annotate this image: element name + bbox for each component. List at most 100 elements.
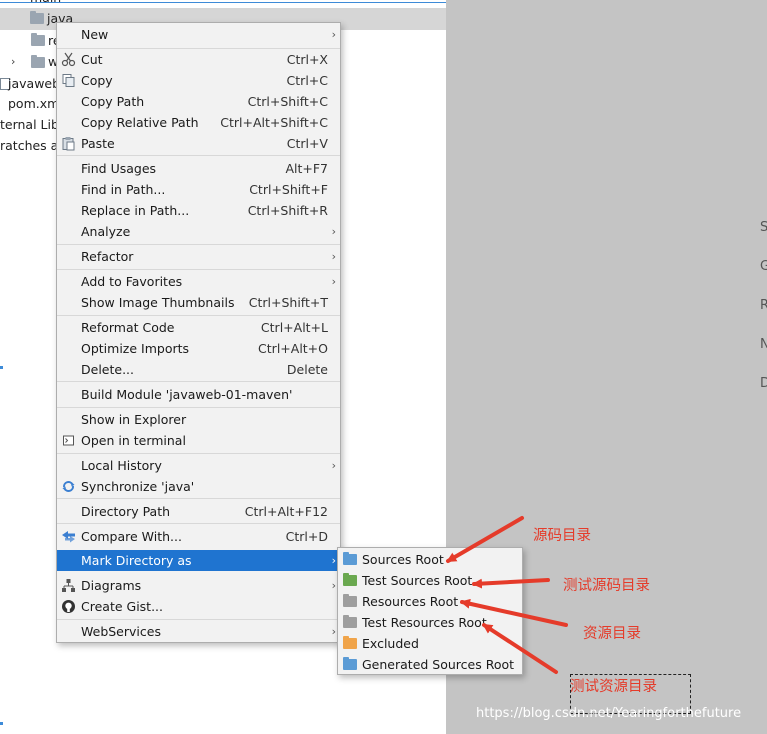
menu-item-label: Copy [81, 73, 113, 88]
menu-separator [57, 244, 340, 245]
menu-item-label: Directory Path [81, 504, 171, 519]
menu-item-diagrams[interactable]: Diagrams › [57, 575, 340, 596]
menu-item-label: Optimize Imports [81, 341, 190, 356]
menu-item-reformat-code[interactable]: Reformat Code Ctrl+Alt+L [57, 317, 340, 338]
menu-item-label: WebServices [81, 624, 161, 639]
menu-item-label: Mark Directory as [81, 553, 192, 568]
submenu-item-resources-root[interactable]: Resources Root [338, 591, 522, 612]
menu-item-refactor[interactable]: Refactor › [57, 246, 340, 267]
chevron-right-icon: › [331, 579, 336, 592]
editor-edge-letter: N [760, 337, 767, 352]
menu-item-label: Open in terminal [81, 433, 186, 448]
menu-item-show-in-explorer[interactable]: Show in Explorer [57, 409, 340, 430]
menu-item-copy-relative-path[interactable]: Copy Relative Path Ctrl+Alt+Shift+C [57, 112, 340, 133]
menu-item-paste[interactable]: Paste Ctrl+V [57, 133, 340, 154]
tree-item-label: pom.xm [8, 96, 60, 111]
menu-item-analyze[interactable]: Analyze › [57, 221, 340, 242]
editor-edge-letter: G [760, 259, 767, 274]
menu-item-directory-path[interactable]: Directory Path Ctrl+Alt+F12 [57, 501, 340, 522]
menu-item-local-history[interactable]: Local History › [57, 455, 340, 476]
menu-item-label: Analyze [81, 224, 131, 239]
tree-item-pom[interactable]: pom.xm [8, 94, 59, 114]
submenu-item-generated-sources-root[interactable]: Generated Sources Root [338, 654, 522, 675]
tree-item-main[interactable]: main [30, 0, 61, 8]
menu-item-cut[interactable]: Cut Ctrl+X [57, 49, 340, 70]
menu-separator [57, 523, 340, 524]
menu-item-label: New [81, 27, 109, 42]
menu-item-label: Build Module 'javaweb-01-maven' [81, 387, 293, 402]
tree-item-label: main [30, 0, 61, 5]
folder-icon [343, 552, 357, 565]
menu-item-shortcut: Alt+F7 [285, 161, 328, 176]
terminal-icon [63, 435, 74, 446]
menu-item-new[interactable]: New › [57, 24, 340, 45]
annotation-test-resources: 测试资源目录 [570, 679, 657, 695]
mark-directory-submenu: Sources Root Test Sources Root Resources… [337, 547, 523, 675]
menu-item-copy-path[interactable]: Copy Path Ctrl+Shift+C [57, 91, 340, 112]
editor-edge-letter: R [760, 298, 767, 313]
submenu-item-label: Sources Root [362, 552, 444, 567]
sync-icon [62, 481, 75, 492]
diagram-icon [62, 579, 75, 592]
menu-item-shortcut: Ctrl+Alt+L [260, 320, 328, 335]
menu-separator [57, 155, 340, 156]
menu-item-shortcut: Delete [286, 362, 328, 377]
tree-item-label: ternal Lib [0, 117, 59, 132]
menu-item-shortcut: Ctrl+Shift+C [247, 94, 328, 109]
menu-item-shortcut: Ctrl+D [285, 529, 328, 544]
tree-item-external-libraries[interactable]: ternal Lib [0, 115, 59, 135]
chevron-right-icon: › [331, 225, 336, 238]
menu-item-open-in-terminal[interactable]: Open in terminal [57, 430, 340, 451]
menu-item-label: Find in Path... [81, 182, 166, 197]
github-icon [62, 600, 75, 613]
menu-item-shortcut: Ctrl+Shift+R [247, 203, 328, 218]
panel-top-border [0, 2, 446, 3]
tree-item-scratches[interactable]: ratches ar [0, 136, 63, 156]
menu-separator [57, 619, 340, 620]
menu-item-label: Add to Favorites [81, 274, 183, 289]
submenu-item-excluded[interactable]: Excluded [338, 633, 522, 654]
annotation-test-sources: 测试源码目录 [563, 578, 650, 594]
menu-item-shortcut: Ctrl+Alt+Shift+C [220, 115, 328, 130]
chevron-right-icon: › [331, 275, 336, 288]
menu-item-label: Paste [81, 136, 115, 151]
folder-icon [343, 573, 357, 586]
menu-item-find-in-path[interactable]: Find in Path... Ctrl+Shift+F [57, 179, 340, 200]
menu-item-find-usages[interactable]: Find Usages Alt+F7 [57, 158, 340, 179]
menu-item-label: Cut [81, 52, 103, 67]
menu-separator [57, 381, 340, 382]
menu-item-mark-directory-as[interactable]: Mark Directory as › [57, 550, 340, 571]
menu-item-create-gist[interactable]: Create Gist... [57, 596, 340, 617]
resources-folder-icon [343, 594, 357, 607]
menu-separator [57, 453, 340, 454]
menu-item-shortcut: Ctrl+Alt+O [258, 341, 328, 356]
menu-item-shortcut: Ctrl+V [286, 136, 328, 151]
menu-item-optimize-imports[interactable]: Optimize Imports Ctrl+Alt+O [57, 338, 340, 359]
submenu-item-label: Test Resources Root [362, 615, 487, 630]
menu-item-replace-in-path[interactable]: Replace in Path... Ctrl+Shift+R [57, 200, 340, 221]
menu-item-label: Reformat Code [81, 320, 175, 335]
selection-handle [0, 722, 3, 725]
menu-separator [57, 498, 340, 499]
menu-item-label: Copy Path [81, 94, 145, 109]
menu-item-add-to-favorites[interactable]: Add to Favorites › [57, 271, 340, 292]
menu-item-synchronize[interactable]: Synchronize 'java' [57, 476, 340, 497]
chevron-right-icon: › [331, 250, 336, 263]
editor-edge-letter: S [760, 220, 767, 235]
submenu-item-sources-root[interactable]: Sources Root [338, 549, 522, 570]
menu-separator [57, 407, 340, 408]
submenu-item-test-sources-root[interactable]: Test Sources Root [338, 570, 522, 591]
menu-item-compare-with[interactable]: Compare With... Ctrl+D [57, 526, 340, 547]
tree-item-javaweb[interactable]: javaweb [8, 74, 60, 94]
chevron-right-icon[interactable]: › [11, 55, 15, 68]
menu-item-webservices[interactable]: WebServices › [57, 621, 340, 642]
menu-item-build-module[interactable]: Build Module 'javaweb-01-maven' [57, 384, 340, 405]
submenu-item-test-resources-root[interactable]: Test Resources Root [338, 612, 522, 633]
menu-item-label: Create Gist... [81, 599, 164, 614]
menu-item-show-image-thumbnails[interactable]: Show Image Thumbnails Ctrl+Shift+T [57, 292, 340, 313]
submenu-item-label: Excluded [362, 636, 419, 651]
watermark: https://blog.csdn.net/Yearingforthefutur… [476, 706, 742, 721]
menu-item-copy[interactable]: Copy Ctrl+C [57, 70, 340, 91]
menu-item-label: Diagrams [81, 578, 142, 593]
menu-item-delete[interactable]: Delete... Delete [57, 359, 340, 380]
